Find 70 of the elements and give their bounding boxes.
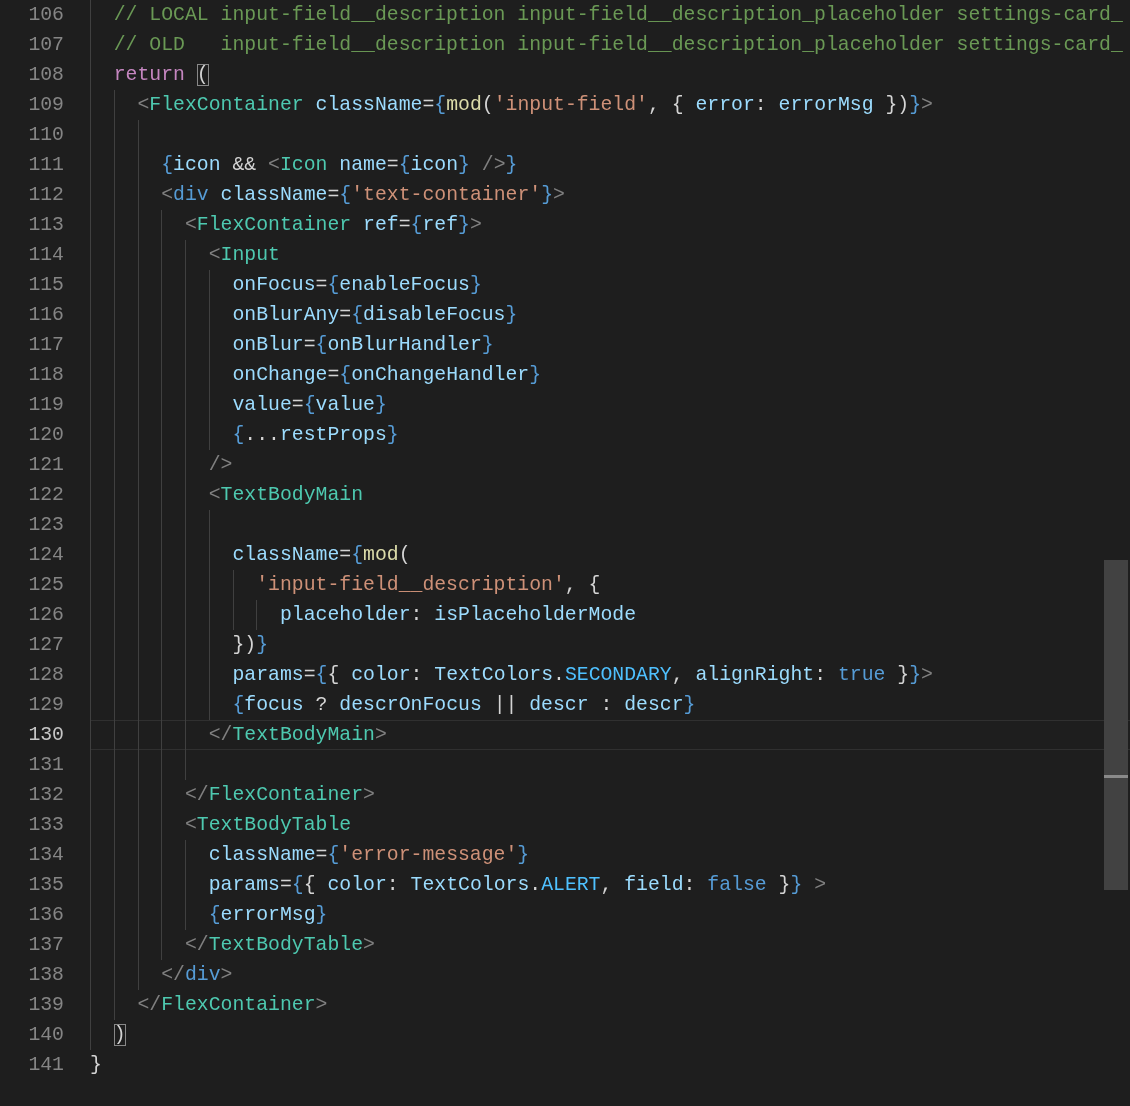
code-line: className={'error-message'} bbox=[90, 840, 1130, 870]
line-number: 114 bbox=[27, 243, 64, 268]
code-line: <FlexContainer className={mod('input-field', { error: errorMsg })}> bbox=[90, 90, 1130, 120]
line-number: 138 bbox=[27, 963, 64, 988]
code-line: onBlurAny={disableFocus} bbox=[90, 300, 1130, 330]
line-number: 113 bbox=[27, 213, 64, 238]
line-number: 115 bbox=[27, 273, 64, 298]
line-number: 106 bbox=[27, 3, 64, 28]
line-number: 110 bbox=[27, 123, 64, 148]
code-line: // LOCAL input-field__description input-field__description_placeholder settings-card_ bbox=[90, 0, 1130, 30]
code-line: /> bbox=[90, 450, 1130, 480]
code-line: </TextBodyMain> bbox=[90, 720, 1130, 750]
line-number: 124 bbox=[27, 543, 64, 568]
line-number: 123 bbox=[27, 513, 64, 538]
line-number: 136 bbox=[27, 903, 64, 928]
line-number: 116 bbox=[27, 303, 64, 328]
line-number: 126 bbox=[27, 603, 64, 628]
line-number: 120 bbox=[27, 423, 64, 448]
line-number: 135 bbox=[27, 873, 64, 898]
line-number: 109 bbox=[27, 93, 64, 118]
code-line: {icon && <Icon name={icon} />} bbox=[90, 150, 1130, 180]
line-number: 127 bbox=[27, 633, 64, 658]
line-number: 118 bbox=[27, 363, 64, 388]
line-number: 119 bbox=[27, 393, 64, 418]
code-line: return ( bbox=[90, 60, 1130, 90]
code-line: // OLD input-field__description input-field__description_placeholder settings-card_ bbox=[90, 30, 1130, 60]
line-number: 128 bbox=[27, 663, 64, 688]
code-line: {errorMsg} bbox=[90, 900, 1130, 930]
code-line: placeholder: isPlaceholderMode bbox=[90, 600, 1130, 630]
line-number: 132 bbox=[27, 783, 64, 808]
line-number: 117 bbox=[27, 333, 64, 358]
code-line: </FlexContainer> bbox=[90, 990, 1130, 1020]
line-number: 122 bbox=[27, 483, 64, 508]
code-line: className={mod( bbox=[90, 540, 1130, 570]
code-line: params={{ color: TextColors.ALERT, field: false }} > bbox=[90, 870, 1130, 900]
code-line: {...restProps} bbox=[90, 420, 1130, 450]
line-number: 111 bbox=[27, 153, 64, 178]
scrollbar-thumb[interactable] bbox=[1104, 560, 1128, 890]
line-number: 108 bbox=[27, 63, 64, 88]
code-line: {focus ? descrOnFocus || descr : descr} bbox=[90, 690, 1130, 720]
code-line: value={value} bbox=[90, 390, 1130, 420]
code-line: <Input bbox=[90, 240, 1130, 270]
line-number: 134 bbox=[27, 843, 64, 868]
code-line: <TextBodyMain bbox=[90, 480, 1130, 510]
code-line: <FlexContainer ref={ref}> bbox=[90, 210, 1130, 240]
line-number: 112 bbox=[27, 183, 64, 208]
line-number: 107 bbox=[27, 33, 64, 58]
code-line: ) bbox=[90, 1020, 1130, 1050]
code-line: })} bbox=[90, 630, 1130, 660]
line-number: 133 bbox=[27, 813, 64, 838]
code-line: </FlexContainer> bbox=[90, 780, 1130, 810]
code-line: </div> bbox=[90, 960, 1130, 990]
code-line: </TextBodyTable> bbox=[90, 930, 1130, 960]
line-number: 130 bbox=[27, 723, 64, 748]
line-number: 125 bbox=[27, 573, 64, 598]
code-line: <TextBodyTable bbox=[90, 810, 1130, 840]
line-number: 121 bbox=[27, 453, 64, 478]
line-number: 140 bbox=[27, 1023, 64, 1048]
line-number: 129 bbox=[27, 693, 64, 718]
line-number: 137 bbox=[27, 933, 64, 958]
code-line: 'input-field__description', { bbox=[90, 570, 1130, 600]
line-number: 141 bbox=[27, 1053, 64, 1078]
code-line: <div className={'text-container'}> bbox=[90, 180, 1130, 210]
code-line: onFocus={enableFocus} bbox=[90, 270, 1130, 300]
code-line: onBlur={onBlurHandler} bbox=[90, 330, 1130, 360]
line-number: 139 bbox=[27, 993, 64, 1018]
code-line: params={{ color: TextColors.SECONDARY, alignRight: true }}> bbox=[90, 660, 1130, 690]
code-line: } bbox=[90, 1053, 103, 1078]
line-number: 131 bbox=[27, 753, 64, 778]
code-line: onChange={onChangeHandler} bbox=[90, 360, 1130, 390]
